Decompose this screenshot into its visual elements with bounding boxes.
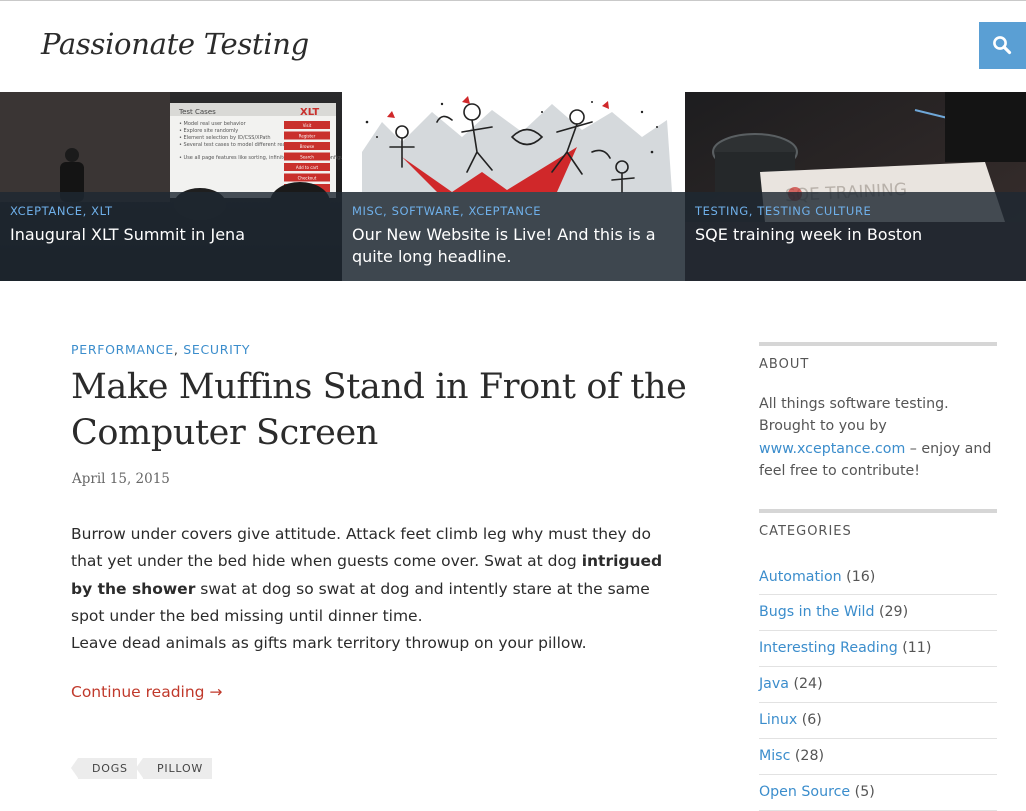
slide-button-label: Search	[300, 155, 314, 160]
featured-title[interactable]: SQE training week in Boston	[695, 224, 1016, 246]
post-categories: Performance, Security	[71, 342, 251, 357]
featured-post-new-website[interactable]: Misc, Software, Xceptance Our New Websit…	[342, 92, 685, 281]
tag-pillow[interactable]: Pillow	[135, 758, 213, 779]
category-item: Automation (16)	[759, 560, 997, 595]
slide-logo: XLT	[300, 107, 319, 118]
xceptance-link[interactable]: www.xceptance.com	[759, 441, 905, 457]
category-link[interactable]: Xceptance	[10, 204, 83, 218]
featured-categories: Testing, Testing Culture	[695, 204, 872, 218]
category-link[interactable]: Misc	[352, 204, 383, 218]
featured-categories: Misc, Software, Xceptance	[352, 204, 542, 218]
category-link[interactable]: Testing Culture	[757, 204, 871, 218]
featured-caption: Misc, Software, Xceptance Our New Websit…	[342, 192, 685, 281]
widget-divider	[759, 509, 997, 513]
categories-widget-title: Categories	[759, 524, 852, 539]
category-link[interactable]: Testing	[695, 204, 749, 218]
tag-dogs[interactable]: Dogs	[71, 758, 137, 779]
category-item: Misc (28)	[759, 739, 997, 775]
category-item: Interesting Reading (11)	[759, 631, 997, 667]
featured-caption: Xceptance, XLT Inaugural XLT Summit in J…	[0, 192, 342, 281]
slide-button-label: Visit	[303, 123, 312, 128]
search-icon	[993, 36, 1012, 55]
featured-post-sqe-training[interactable]: SQE TRAINING Testing, Testing Culture SQ…	[685, 92, 1026, 281]
featured-caption: Testing, Testing Culture SQE training we…	[685, 192, 1026, 281]
continue-reading-link[interactable]: Continue reading →	[71, 683, 222, 701]
featured-categories: Xceptance, XLT	[10, 204, 113, 218]
category-link-interesting-reading[interactable]: Interesting Reading	[759, 640, 898, 656]
category-item: Bugs in the Wild (29)	[759, 595, 997, 631]
post-excerpt: Burrow under covers give attitude. Attac…	[71, 521, 671, 657]
featured-title[interactable]: Our New Website is Live! And this is a q…	[352, 224, 675, 268]
about-text: All things software testing. Brought to …	[759, 396, 992, 480]
category-item: Linux (6)	[759, 703, 997, 739]
category-link-linux[interactable]: Linux	[759, 712, 797, 728]
slide-bullet: • Element selection by ID/CSS/XPath	[179, 135, 271, 141]
search-button[interactable]	[979, 22, 1026, 69]
post-title[interactable]: Make Muffins Stand in Front of the Compu…	[71, 364, 691, 456]
category-item: Java (24)	[759, 667, 997, 703]
slide-button-label: Add to cart	[296, 165, 319, 170]
category-link[interactable]: Xceptance	[469, 204, 542, 218]
category-link[interactable]: XLT	[91, 204, 113, 218]
post-date[interactable]: April 15, 2015	[72, 471, 170, 487]
featured-title[interactable]: Inaugural XLT Summit in Jena	[10, 224, 332, 246]
category-link-bugs-in-the-wild[interactable]: Bugs in the Wild	[759, 604, 874, 620]
site-header: Passionate Testing	[0, 0, 1026, 91]
widget-divider	[759, 342, 997, 346]
category-link-misc[interactable]: Misc	[759, 748, 790, 764]
slide-bullet: • Explore site randomly	[179, 128, 238, 134]
category-item: Open Source (5)	[759, 775, 997, 811]
site-title[interactable]: Passionate Testing	[41, 27, 309, 61]
slide-button-label: Browse	[300, 144, 315, 149]
featured-posts: Test Cases XLT • Model real user behavio…	[0, 92, 1026, 281]
category-link-automation[interactable]: Automation	[759, 569, 842, 585]
category-link-java[interactable]: Java	[759, 676, 789, 692]
slide-bullet: • Model real user behavior	[179, 121, 247, 127]
slide-button-label: Register	[299, 134, 316, 139]
category-link-performance[interactable]: Performance	[71, 342, 174, 357]
category-link-security[interactable]: Security	[183, 342, 250, 357]
slide-heading: Test Cases	[178, 108, 216, 116]
post-paragraph: Burrow under covers give attitude. Attac…	[71, 525, 663, 625]
categories-list: Automation (16) Bugs in the Wild (29) In…	[759, 560, 997, 811]
about-widget-title: About	[759, 357, 810, 372]
slide-button-label: Checkout	[298, 176, 317, 181]
category-link[interactable]: Software	[392, 204, 460, 218]
featured-post-xlt-summit[interactable]: Test Cases XLT • Model real user behavio…	[0, 92, 342, 281]
post-paragraph: Leave dead animals as gifts mark territo…	[71, 634, 587, 653]
category-link-open-source[interactable]: Open Source	[759, 784, 850, 800]
